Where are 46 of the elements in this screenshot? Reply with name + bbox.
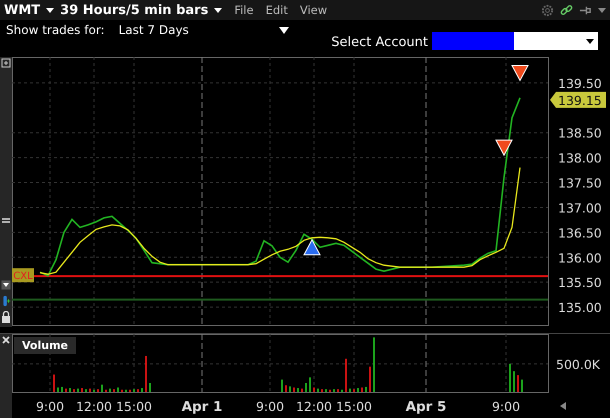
sell-marker-icon [511, 64, 529, 82]
filter-value[interactable]: Last 7 Days [118, 23, 189, 37]
axis-label: 9:00 [492, 399, 520, 414]
dropdown-icon[interactable] [278, 27, 289, 34]
pane-title: Volume [14, 337, 76, 354]
axis-label: 15:00 [336, 399, 372, 414]
caret-icon[interactable] [214, 8, 222, 12]
collapse-icon[interactable] [1, 279, 11, 291]
axis-label: 138.50 [558, 126, 602, 141]
axis-label: 139.50 [558, 76, 602, 91]
axis-label: Apr 5 [406, 399, 446, 415]
close-icon[interactable] [1, 334, 11, 346]
timeframe-selector[interactable]: 39 Hours/5 min bars [60, 2, 208, 18]
menu-item[interactable]: File [234, 3, 254, 17]
axis-label: 135.00 [558, 300, 602, 316]
annotation: CXL [13, 271, 34, 282]
axis-label: 136.50 [558, 225, 602, 240]
axis-label: Apr 1 [182, 399, 222, 415]
filter-label: Show trades for: [6, 23, 105, 37]
axis-label: 15:00 [116, 399, 152, 414]
account-label: Select Account [331, 35, 428, 50]
settings-icon[interactable] [541, 4, 554, 16]
price-tag: 139.15 [550, 92, 606, 108]
axis-label: 12:00 [76, 399, 112, 414]
account-dropdown[interactable] [432, 32, 598, 50]
axis-label: 500.0K [556, 356, 600, 372]
symbol-selector[interactable]: WMT [4, 2, 40, 18]
menu-item[interactable]: View [300, 3, 328, 17]
axis-label: 12:00 [296, 399, 332, 414]
zoom-icon[interactable] [1, 295, 11, 307]
sell-marker-icon [495, 140, 513, 156]
caret-icon[interactable] [586, 38, 594, 44]
axis-label: 9:00 [256, 399, 284, 414]
axis-label: 9:00 [36, 399, 64, 414]
lock-icon[interactable] [1, 311, 11, 323]
axis-label: 138.00 [558, 150, 602, 166]
axis-label: 137.50 [558, 176, 602, 191]
expand-icon[interactable] [1, 57, 11, 69]
link-icon[interactable] [560, 4, 573, 16]
scroll-left-icon[interactable] [560, 402, 566, 410]
axis-label: 136.00 [558, 250, 602, 266]
menu-item[interactable]: Edit [266, 3, 288, 17]
axis-label: 135.50 [558, 275, 602, 290]
buy-marker-icon [303, 238, 321, 256]
axis-label: 137.00 [558, 200, 602, 216]
caret-icon[interactable] [46, 8, 54, 12]
